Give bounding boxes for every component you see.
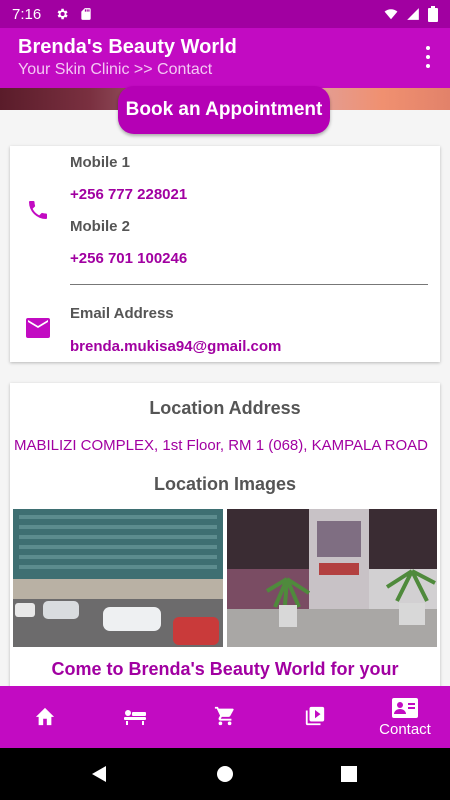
location-images-heading: Location Images (153, 474, 297, 494)
nav-contact[interactable]: Contact (360, 686, 450, 748)
location-card: Location Address MABILIZI COMPLEX, 1st F… (10, 383, 440, 703)
mobile1-value[interactable]: +256 777 228021 (70, 186, 187, 203)
breadcrumb: Your Skin Clinic >> Contact (18, 61, 213, 78)
location-address[interactable]: MABILIZI COMPLEX, 1st Floor, RM 1 (068),… (14, 437, 428, 454)
email-label: Email Address (70, 305, 174, 322)
nav-videos[interactable] (270, 686, 360, 748)
nav-shop[interactable] (180, 686, 270, 748)
phone-icon[interactable] (26, 198, 50, 222)
location-address-heading: Location Address (149, 398, 301, 418)
back-icon[interactable] (90, 765, 108, 783)
nav-home[interactable] (0, 686, 90, 748)
mobile2-label: Mobile 2 (70, 218, 131, 235)
recents-icon[interactable] (341, 766, 357, 782)
bottom-navigation: Contact (0, 686, 450, 748)
nav-treatments[interactable] (90, 686, 180, 748)
overflow-menu-icon[interactable] (424, 46, 432, 68)
settings-icon (57, 8, 68, 20)
location-photo-entrance[interactable] (227, 509, 437, 647)
wifi-icon (384, 9, 398, 20)
promo-text: Come to Brenda's Beauty World for your (51, 659, 399, 679)
battery-icon (428, 6, 438, 22)
building-photo-illustration (13, 509, 223, 647)
spa-icon (124, 710, 146, 725)
signal-icon (407, 8, 419, 20)
app-title: Brenda's Beauty World (18, 36, 237, 58)
app-bar: Brenda's Beauty World Your Skin Clinic >… (0, 28, 450, 88)
home-icon (35, 707, 55, 726)
sd-card-icon (81, 8, 91, 20)
contact-divider (70, 284, 428, 285)
contact-card: Mobile 1 +256 777 228021 Mobile 2 +256 7… (10, 146, 440, 362)
mobile2-value[interactable]: +256 701 100246 (70, 250, 187, 267)
email-value[interactable]: brenda.mukisa94@gmail.com (70, 338, 281, 355)
status-time: 7:16 (12, 5, 42, 23)
system-navigation-bar (0, 748, 450, 800)
video-library-icon (305, 706, 325, 726)
status-bar: 7:16 (0, 0, 450, 28)
location-photo-building[interactable] (13, 509, 223, 647)
contact-card-icon (392, 697, 418, 718)
email-icon[interactable] (26, 318, 50, 338)
cart-icon (214, 706, 234, 726)
mobile1-label: Mobile 1 (70, 154, 131, 171)
home-circle-icon[interactable] (216, 765, 234, 783)
entrance-photo-illustration (227, 509, 437, 647)
nav-contact-label: Contact (379, 720, 431, 738)
book-appointment-button[interactable]: Book an Appointment (118, 86, 330, 134)
